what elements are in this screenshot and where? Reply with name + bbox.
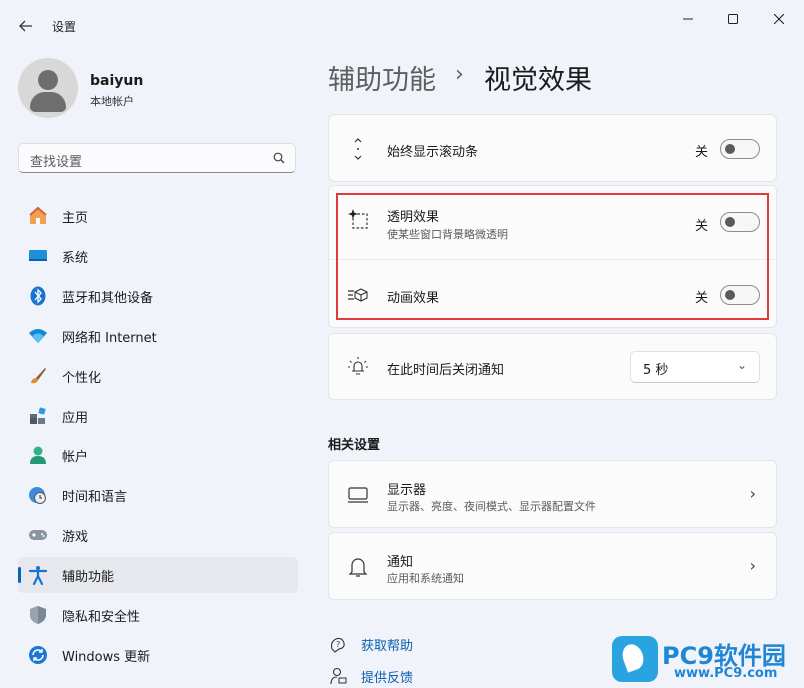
sidebar-item-windows-update[interactable]: Windows 更新 [18,637,298,673]
watermark-url: www.PC9.com [674,666,778,681]
maximize-icon [728,14,738,24]
bluetooth-icon [28,286,48,306]
get-help-link[interactable]: ? 获取帮助 [328,632,413,656]
sidebar-item-label: 游戏 [62,529,89,545]
maximize-button[interactable] [710,6,756,32]
sidebar-item-label: 蓝牙和其他设备 [62,290,154,306]
sidebar-item-label: 隐私和安全性 [62,609,141,625]
sidebar-item-accounts[interactable]: 帐户 [18,437,298,473]
avatar[interactable] [18,58,78,118]
help-icon: ? [328,634,348,654]
search-input[interactable]: 查找设置 [18,143,296,173]
sidebar-item-privacy[interactable]: 隐私和安全性 [18,597,298,633]
home-icon [28,206,48,226]
sidebar-item-system[interactable]: 系统 [18,238,298,274]
setting-title: 通知 [387,555,414,570]
search-icon [273,152,285,164]
wifi-icon [28,326,48,346]
minimize-button[interactable] [665,6,711,32]
accessibility-icon [28,565,48,585]
breadcrumb-parent[interactable]: 辅助功能 [328,58,436,97]
related-display[interactable]: 显示器 显示器、亮度、夜间模式、显示器配置文件 › [328,460,777,528]
sidebar-item-network[interactable]: 网络和 Internet [18,318,298,354]
page-title: 视觉效果 [484,65,592,96]
sidebar-item-time-language[interactable]: 时间和语言 [18,477,298,513]
shield-icon [28,605,48,625]
minimize-icon [683,18,693,20]
dropdown-value: 5 秒 [643,363,669,378]
setting-scrollbars: 始终显示滚动条 关 [328,114,777,182]
sidebar-item-apps[interactable]: 应用 [18,398,298,434]
section-title: 相关设置 [328,438,381,453]
feedback-link[interactable]: 提供反馈 [328,664,413,688]
app-title: 设置 [52,20,77,34]
highlight-box [336,193,769,320]
clock-globe-icon [28,485,48,505]
scrollbars-toggle[interactable] [720,139,760,159]
related-notifications[interactable]: 通知 应用和系统通知 › [328,532,777,600]
sidebar-item-personalization[interactable]: 个性化 [18,358,298,394]
update-icon [28,645,48,665]
breadcrumb-separator: › [455,62,464,87]
bell-icon [347,556,369,578]
link-label: 提供反馈 [361,670,414,686]
watermark-badge-icon [612,636,658,682]
sidebar-item-label: 应用 [62,410,89,426]
sidebar-item-label: 网络和 Internet [62,330,157,346]
setting-notification-timeout: 在此时间后关闭通知 5 秒 ⌄ [328,333,777,400]
bell-timer-icon [347,356,369,378]
sidebar-item-label: 时间和语言 [62,489,128,505]
person-icon [28,445,48,465]
sidebar-item-bluetooth[interactable]: 蓝牙和其他设备 [18,278,298,314]
monitor-icon [28,246,48,266]
gamepad-icon [28,525,48,545]
sidebar-item-label: 主页 [62,210,89,226]
timeout-dropdown[interactable]: 5 秒 ⌄ [630,351,760,383]
setting-title: 显示器 [387,483,427,498]
setting-title: 在此时间后关闭通知 [387,363,505,378]
apps-icon [28,406,48,426]
watermark-logo: PC9软件园 www.PC9.com [612,632,800,686]
brush-icon [28,366,48,386]
sidebar-item-accessibility[interactable]: 辅助功能 [18,557,298,593]
back-button[interactable] [14,14,38,38]
selection-indicator [18,567,21,583]
search-placeholder: 查找设置 [30,155,83,170]
sidebar-item-home[interactable]: 主页 [18,198,298,234]
toggle-state-label: 关 [694,145,708,160]
setting-subtitle: 显示器、亮度、夜间模式、显示器配置文件 [387,500,596,513]
user-name: baiyun [90,73,144,89]
svg-text:?: ? [336,640,340,649]
chevron-right-icon: › [749,556,756,575]
arrow-left-icon [19,20,32,32]
sidebar-item-gaming[interactable]: 游戏 [18,517,298,553]
scroll-arrows-icon [347,138,369,160]
monitor-outline-icon [347,484,369,506]
setting-title: 始终显示滚动条 [387,145,479,160]
sidebar-item-label: 个性化 [62,370,102,386]
chevron-down-icon: ⌄ [736,358,747,372]
close-icon [774,14,784,24]
sidebar-item-label: Windows 更新 [62,649,151,665]
feedback-icon [328,666,348,686]
sidebar-item-label: 帐户 [62,449,89,465]
account-type: 本地帐户 [90,95,134,108]
link-label: 获取帮助 [361,638,414,654]
setting-subtitle: 应用和系统通知 [387,572,464,585]
sidebar-item-label: 系统 [62,250,89,266]
chevron-right-icon: › [749,484,756,503]
sidebar-item-label: 辅助功能 [62,569,115,585]
close-button[interactable] [756,6,802,32]
